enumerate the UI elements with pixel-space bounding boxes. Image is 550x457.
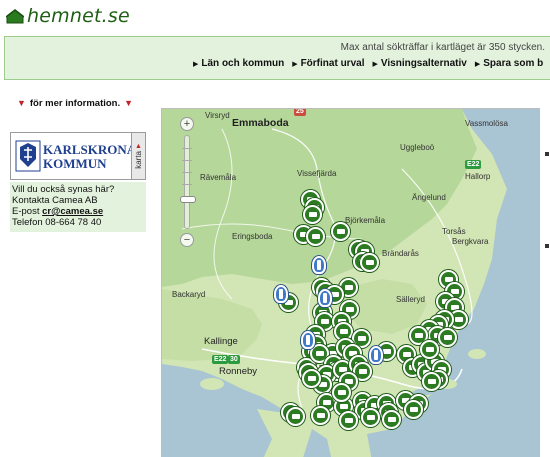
zoom-out-button[interactable]: − <box>180 233 194 247</box>
contact-email-label: E-post <box>12 206 43 217</box>
nav-lan-och-kommun[interactable]: ▶ Län och kommun <box>193 58 284 69</box>
banner-side-label: karta <box>134 151 143 169</box>
listing-marker-icon[interactable] <box>302 369 321 388</box>
banner-map-tab[interactable]: ▲ karta <box>131 133 145 179</box>
karlskrona-kommun-logo: KARLSKRONA KOMMUN <box>15 140 133 172</box>
map-pin-icon[interactable] <box>312 256 326 274</box>
road-shield: E22 <box>465 160 482 169</box>
contact-line: Kontakta Camea AB <box>12 195 98 206</box>
contact-email-row: E-post cr@camea.se <box>12 206 144 217</box>
place-label: Virsryd <box>205 111 230 120</box>
place-label: Torsås <box>442 227 466 236</box>
listing-marker-icon[interactable] <box>420 340 439 359</box>
place-label: Björkemåla <box>345 216 386 225</box>
contact-email-link[interactable]: cr@camea.se <box>42 206 103 217</box>
road-shield: 25 <box>294 108 306 116</box>
place-label: Vassmolösa <box>465 119 508 128</box>
search-options-panel: Max antal sökträffar i kartläget är 350 … <box>4 36 550 80</box>
zoom-slider[interactable] <box>180 135 196 229</box>
place-label: Eringsboda <box>232 232 273 241</box>
place-label: Brändarås <box>382 249 419 258</box>
nav-label: Förfinat urval <box>300 58 365 69</box>
triangle-down-icon: ▼ <box>124 98 134 108</box>
road-shield: 30 <box>228 355 240 364</box>
place-label: Bergkvara <box>452 237 489 246</box>
triangle-up-icon: ▲ <box>135 143 142 151</box>
nav-label: Visningsalternativ <box>380 58 467 69</box>
listing-marker-icon[interactable] <box>404 400 423 419</box>
info-heading-text: för mer information. <box>29 97 121 109</box>
triangle-right-icon: ▶ <box>193 60 199 68</box>
place-label: Kallinge <box>204 336 238 347</box>
zoom-handle[interactable] <box>180 196 196 203</box>
search-options-nav: ▶ Län och kommun ▶ Förfinat urval ▶ Visn… <box>193 58 550 69</box>
zoom-tick <box>182 148 192 149</box>
svg-text:KARLSKRONA: KARLSKRONA <box>43 142 133 157</box>
listing-marker-icon[interactable] <box>382 410 401 429</box>
map-pin-icon[interactable] <box>318 289 332 307</box>
map[interactable]: Emmaboda Virsryd Vassmolösa Uggleboö Räv… <box>161 108 550 457</box>
listing-marker-icon[interactable] <box>306 227 325 246</box>
scroll-marker-icon <box>545 244 549 248</box>
nav-spara-som[interactable]: ▶ Spara som b <box>475 58 543 69</box>
listing-marker-icon[interactable] <box>422 372 441 391</box>
contact-line: Vill du också synas här? <box>12 184 115 195</box>
zoom-tick <box>182 184 192 185</box>
nav-label: Län och kommun <box>201 58 285 69</box>
place-label: Backaryd <box>172 290 206 299</box>
listing-marker-icon[interactable] <box>438 328 457 347</box>
road-shield: E22 <box>212 355 229 364</box>
listing-marker-icon[interactable] <box>361 408 380 427</box>
zoom-tick <box>182 160 192 161</box>
house-icon <box>6 8 24 24</box>
max-results-notice: Max antal sökträffar i kartläget är 350 … <box>340 42 545 53</box>
contact-phone: Telefon 08-664 78 40 <box>12 217 102 228</box>
map-pin-icon[interactable] <box>301 331 315 349</box>
listing-marker-icon[interactable] <box>311 406 330 425</box>
nav-label: Spara som b <box>483 58 544 69</box>
map-pin-icon[interactable] <box>369 346 383 364</box>
svg-text:KOMMUN: KOMMUN <box>43 156 107 171</box>
nav-visningsalternativ[interactable]: ▶ Visningsalternativ <box>372 58 466 69</box>
page-right-gutter <box>540 108 550 457</box>
place-label: Ängelund <box>412 193 446 202</box>
logo-text: hemnet.se <box>27 5 130 27</box>
place-label: Vissefjärda <box>297 169 337 178</box>
listing-marker-icon[interactable] <box>331 222 350 241</box>
advertise-contact-box: Vill du också synas här? Kontakta Camea … <box>10 182 146 232</box>
hemnet-logo[interactable]: hemnet.se <box>6 4 130 28</box>
karlskrona-ad-banner[interactable]: KARLSKRONA KOMMUN ▲ karta <box>10 132 146 180</box>
triangle-right-icon: ▶ <box>474 60 481 68</box>
triangle-down-icon: ▼ <box>16 98 26 108</box>
listing-marker-icon[interactable] <box>332 383 351 402</box>
triangle-right-icon: ▶ <box>292 60 298 68</box>
place-label: Sälleryd <box>396 295 425 304</box>
triangle-right-icon: ▶ <box>372 60 378 68</box>
listing-marker-icon[interactable] <box>286 407 305 426</box>
sidebar: ▼ för mer information. ▼ <box>0 96 150 110</box>
info-heading: ▼ för mer information. ▼ <box>0 96 150 110</box>
place-label: Hallorp <box>465 172 491 181</box>
zoom-tick <box>182 172 192 173</box>
map-pin-icon[interactable] <box>274 285 288 303</box>
listing-marker-icon[interactable] <box>360 253 379 272</box>
place-label: Uggleboö <box>400 143 435 152</box>
place-label: Ronneby <box>219 366 258 377</box>
nav-forfinat-urval[interactable]: ▶ Förfinat urval <box>292 58 364 69</box>
zoom-in-button[interactable]: + <box>180 117 194 131</box>
zoom-control: + − <box>180 117 196 249</box>
place-label: Rävemåla <box>200 173 237 182</box>
listing-marker-icon[interactable] <box>339 411 358 430</box>
place-label: Emmaboda <box>232 117 289 129</box>
scroll-marker-icon <box>545 152 549 156</box>
listing-marker-icon[interactable] <box>303 205 322 224</box>
